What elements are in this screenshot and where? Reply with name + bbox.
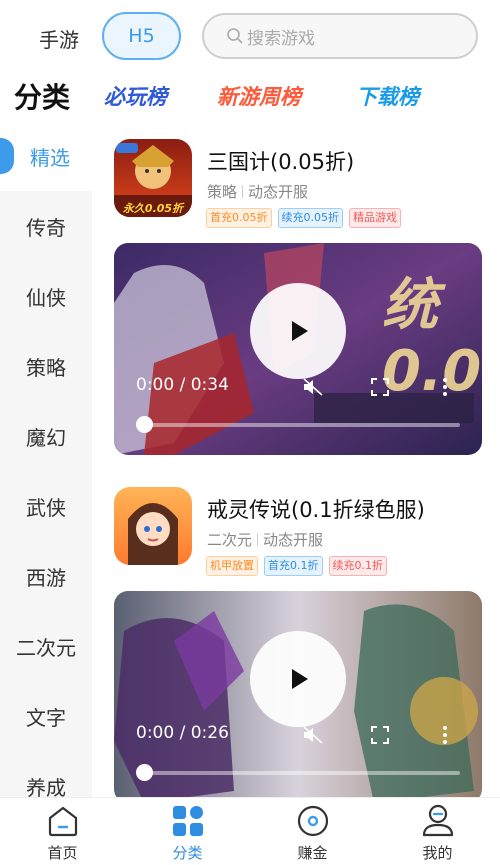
video-time: 0:00 / 0:26	[136, 723, 229, 743]
play-icon	[292, 321, 308, 341]
tag-badge: 续充0.1折	[328, 556, 387, 576]
nav-label: 我的	[422, 844, 453, 862]
game-server: 动态开服	[248, 183, 309, 201]
divider	[257, 533, 259, 546]
search-input[interactable]: 搜索游戏	[202, 13, 478, 59]
ranking-download[interactable]: 下载榜	[356, 81, 419, 111]
nav-earn[interactable]: 赚金	[250, 798, 375, 865]
game-title[interactable]: 戒灵传说(0.1折绿色服)	[207, 494, 425, 524]
play-button[interactable]	[250, 631, 346, 727]
sidebar-item-label: 文字	[26, 705, 66, 730]
game-server: 动态开服	[263, 531, 324, 549]
icon-badge: 永久0.05折	[122, 202, 184, 215]
game-icon[interactable]	[114, 487, 192, 565]
sidebar-item-legend[interactable]: 传奇	[0, 191, 92, 261]
mute-icon[interactable]	[302, 377, 324, 397]
tag-badge: 首充0.05折	[206, 208, 272, 228]
game-genre: 策略	[207, 183, 238, 201]
bottom-nav: 首页 分类 赚金 我的	[0, 797, 500, 865]
game-list: 永久0.05折 三国计(0.05折) 策略 动态开服 首充0.05折 续充0.05…	[92, 121, 500, 797]
sidebar-item-label: 传奇	[26, 215, 66, 240]
nav-mine[interactable]: 我的	[375, 798, 500, 865]
divider	[242, 185, 244, 198]
play-icon	[292, 669, 308, 689]
sidebar-item-label: 武侠	[26, 495, 66, 520]
game-title[interactable]: 三国计(0.05折)	[207, 146, 354, 176]
sidebar-item-label: 西游	[26, 565, 66, 590]
nav-home[interactable]: 首页	[0, 798, 125, 865]
category-header: 分类 必玩榜 新游周榜 下载榜	[0, 74, 500, 120]
ranking-must-play[interactable]: 必玩榜	[104, 81, 167, 111]
sidebar-item-text[interactable]: 文字	[0, 681, 92, 751]
sidebar-item-fantasy[interactable]: 魔幻	[0, 401, 92, 471]
sidebar-item-xianxia[interactable]: 仙侠	[0, 261, 92, 331]
tag-list: 首充0.05折 续充0.05折 精品游戏	[206, 208, 401, 228]
sidebar-item-label: 精选	[30, 145, 70, 170]
search-icon	[227, 28, 243, 44]
sidebar-item-label: 仙侠	[26, 285, 66, 310]
game-meta: 策略 动态开服	[207, 181, 308, 202]
sidebar-item-anime[interactable]: 二次元	[0, 611, 92, 681]
more-options-icon[interactable]	[442, 377, 448, 397]
sidebar-item-label: 魔幻	[26, 425, 66, 450]
sidebar-item-strategy[interactable]: 策略	[0, 331, 92, 401]
video-overlay-text: 统 0.0	[382, 273, 482, 404]
top-bar: 手游 H5 搜索游戏	[0, 0, 500, 74]
page: 手游 H5 搜索游戏 分类 必玩榜 新游周榜 下载榜 精选 传奇 仙侠 策略 魔…	[0, 0, 500, 865]
game-card[interactable]: 戒灵传说(0.1折绿色服) 二次元 动态开服 机甲放置 首充0.1折 续充0.1折	[92, 469, 500, 797]
game-icon[interactable]: 永久0.05折	[114, 139, 192, 217]
tag-badge: 精品游戏	[349, 208, 401, 228]
fullscreen-icon[interactable]	[370, 377, 390, 397]
page-title: 分类	[14, 81, 71, 114]
game-meta: 二次元 动态开服	[207, 529, 323, 550]
ranking-new-weekly[interactable]: 新游周榜	[217, 81, 301, 111]
tab-mobile-games[interactable]: 手游	[39, 24, 79, 53]
sidebar-item-raising[interactable]: 养成	[0, 751, 92, 798]
nav-label: 赚金	[297, 844, 328, 862]
tag-badge: 续充0.05折	[277, 208, 343, 228]
sidebar-item-featured[interactable]: 精选	[0, 121, 92, 191]
video-progress-track[interactable]	[144, 423, 460, 427]
tag-badge: 首充0.1折	[264, 556, 323, 576]
video-progress-handle[interactable]	[136, 764, 153, 781]
tab-h5[interactable]: H5	[102, 12, 181, 60]
sidebar-item-label: 养成	[26, 775, 66, 798]
tag-list: 机甲放置 首充0.1折 续充0.1折	[206, 556, 387, 576]
nav-category[interactable]: 分类	[125, 798, 250, 865]
video-player[interactable]: 0:00 / 0:26	[114, 591, 482, 797]
nav-label: 分类	[172, 844, 203, 862]
sidebar-item-journey-west[interactable]: 西游	[0, 541, 92, 611]
category-icon	[172, 806, 203, 836]
active-indicator	[0, 138, 14, 174]
mute-icon[interactable]	[302, 725, 324, 745]
coin-icon	[297, 805, 328, 837]
category-sidebar: 精选 传奇 仙侠 策略 魔幻 武侠 西游 二次元 文字 养成	[0, 121, 92, 797]
tag-badge: 机甲放置	[206, 556, 258, 576]
nav-label: 首页	[47, 844, 78, 862]
game-genre: 二次元	[207, 531, 253, 549]
home-icon	[48, 806, 77, 837]
sidebar-item-label: 二次元	[16, 635, 76, 660]
user-icon	[422, 804, 453, 837]
video-progress-track[interactable]	[144, 771, 460, 775]
sidebar-item-label: 策略	[26, 355, 66, 380]
sidebar-item-wuxia[interactable]: 武侠	[0, 471, 92, 541]
video-player[interactable]: 统 0.0 0:00 / 0:34	[114, 243, 482, 455]
game-card[interactable]: 永久0.05折 三国计(0.05折) 策略 动态开服 首充0.05折 续充0.05…	[92, 121, 500, 469]
more-options-icon[interactable]	[442, 725, 448, 745]
search-placeholder: 搜索游戏	[247, 28, 315, 49]
play-button[interactable]	[250, 283, 346, 379]
fullscreen-icon[interactable]	[370, 725, 390, 745]
video-progress-handle[interactable]	[136, 416, 153, 433]
video-time: 0:00 / 0:34	[136, 375, 229, 395]
